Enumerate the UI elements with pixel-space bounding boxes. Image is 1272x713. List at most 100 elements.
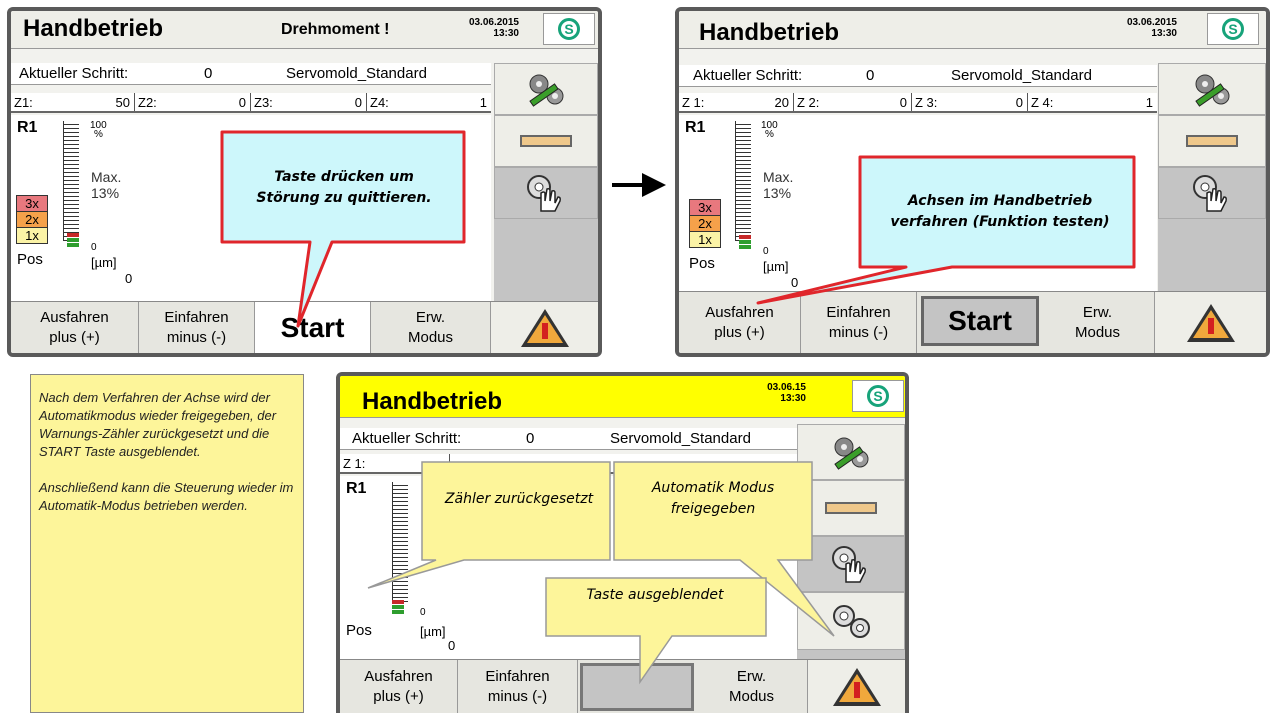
ruler-button[interactable] [494,115,598,167]
zone-label: Z 1: [682,95,705,110]
zone-label: Z1: [14,95,33,110]
max-value: 13% [91,185,120,201]
zone-label: Z 2: [797,95,820,110]
right-arrow-icon [612,173,666,197]
logo-icon: S [558,18,580,40]
manual-mode-button[interactable] [1158,167,1266,219]
r1-label: R1 [685,119,706,136]
gauge-scale [63,121,79,241]
note-paragraph-2: Anschließend kann die Steuerung wieder i… [39,480,294,513]
callout-text: Automatik Modus freigegeben [651,480,775,517]
zone-value: 20 [774,95,789,110]
zone-2: Z2: 0 [135,93,251,111]
max-label: Max. 13% [91,169,121,201]
zone-value: 0 [238,95,246,110]
header: Handbetrieb Drehmoment ! 03.06.2015 13:3… [11,11,598,49]
mult-2x: 2x [16,211,48,228]
callout-text: Taste ausgeblendet [586,586,724,603]
side-menu [1158,63,1266,291]
mult-3x: 3x [689,199,721,216]
ruler-icon [1186,135,1238,147]
zone-label: Z2: [138,95,157,110]
gear-hand-icon [1193,175,1227,212]
zone-3: Z3: 0 [251,93,367,111]
time: 13:30 [493,28,519,39]
pct-unit: % [94,129,103,140]
level-red [67,233,79,237]
manual-mode-button[interactable] [494,167,598,219]
step-row: Aktueller Schritt: 0 Servomold_Standard [11,63,491,85]
logo-button[interactable]: S [543,13,595,45]
callout-acknowledge: Taste drücken um Störung zu quittieren. [214,130,476,330]
pct-top: 100% [761,121,778,140]
gears-wrench-icon [1195,74,1230,107]
info-note: Nach dem Verfahren der Achse wird der Au… [30,374,304,713]
time: 13:30 [780,393,806,404]
warning-button[interactable] [491,302,598,353]
logo-button[interactable]: S [852,380,904,412]
pos-value: 0 [448,638,456,653]
pct-zero: 0 [420,607,426,618]
zone-value: 0 [354,95,362,110]
service-button[interactable] [1158,63,1266,115]
extend-label-1: Ausfahren [705,304,774,321]
step-value: 0 [526,430,535,447]
datetime: 03.06.15 13:30 [740,382,806,404]
mult-1x: 1x [16,227,48,244]
zone-1: Z1: 50 [11,93,135,111]
step-value: 0 [204,65,213,82]
callout-button-hidden: Taste ausgeblendet [544,576,774,686]
warning-triangle-icon [1186,304,1235,342]
logo-icon: S [1222,18,1244,40]
ext-label-2: Modus [407,329,454,346]
step-label: Aktueller Schritt: [352,430,462,447]
extend-label-2: plus (+) [714,324,765,341]
extend-button[interactable]: Ausfahren plus (+) [11,302,139,353]
level-green [67,238,79,242]
page-title: Handbetrieb [362,388,503,415]
warning-button[interactable] [808,660,905,713]
level-green [67,243,79,247]
callout-text: Zähler zurückgesetzt [444,490,594,507]
zone-label: Z4: [370,95,389,110]
um-unit: [µm] [420,624,446,639]
datetime: 03.06.2015 13:30 [439,17,519,39]
zone-label: Z 3: [915,95,938,110]
ruler-button[interactable] [1158,115,1266,167]
level-green [739,240,751,244]
step-label: Aktueller Schritt: [693,67,803,84]
program-name: Servomold_Standard [610,430,751,447]
zone-label: Z 4: [1031,95,1054,110]
extend-label-2: plus (+) [373,688,424,705]
page-title: Handbetrieb [699,19,840,46]
zone-value: 1 [479,95,487,110]
extend-button[interactable]: Ausfahren plus (+) [340,660,458,713]
service-button[interactable] [494,63,598,115]
pct-unit: % [765,129,774,140]
warning-triangle-icon [520,309,569,347]
page-title: Handbetrieb [23,15,164,42]
logo-icon: S [867,385,889,407]
mult-1x: 1x [689,231,721,248]
logo-button[interactable]: S [1207,13,1259,45]
header: Handbetrieb 03.06.2015 13:30 S [679,11,1266,49]
retract-label-2: minus (-) [166,329,227,346]
side-menu [494,63,598,301]
warning-button[interactable] [1155,292,1266,353]
step-value: 0 [866,67,875,84]
zone-value: 1 [1145,95,1153,110]
zone-value: 50 [115,95,130,110]
extend-label-1: Ausfahren [364,668,433,685]
level-red [739,235,751,239]
ext-label-2: Modus [1074,324,1121,341]
date: 03.06.2015 [1126,17,1177,28]
zone-value: 0 [899,95,907,110]
note-paragraph-1: Nach dem Verfahren der Achse wird der Au… [39,390,277,459]
ruler-icon [520,135,572,147]
gear-hand-icon [527,175,561,212]
gauge-scale [735,121,751,241]
pos-label: Pos [689,255,715,272]
zone-row: Z 1: 20 Z 2: 0 Z 3: 0 Z 4: 1 [679,93,1157,113]
extend-label-1: Ausfahren [40,309,109,326]
pos-label: Pos [17,251,43,268]
